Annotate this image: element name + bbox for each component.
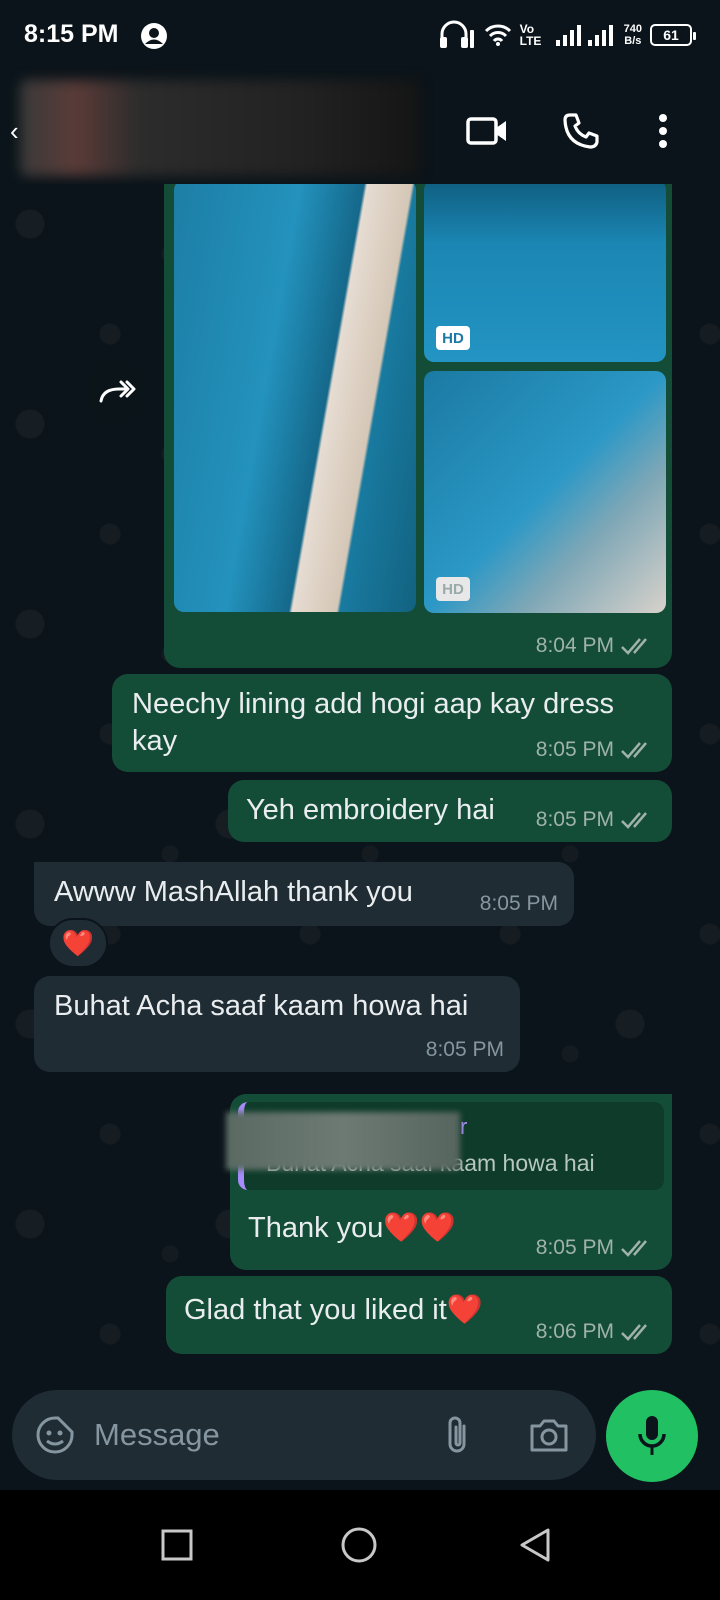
image-thumbnail[interactable]: HD — [424, 371, 666, 613]
chat-messages[interactable]: HD HD 8:04 PM Neechy lining add hogi aap… — [0, 184, 720, 1390]
quote-author-blurred — [226, 1112, 460, 1170]
chat-header: ‹ — [0, 78, 720, 184]
battery-level: 61 — [663, 27, 679, 43]
battery-icon: 61 — [650, 24, 696, 46]
message-meta: 8:05 PM — [536, 808, 654, 832]
message-input[interactable] — [94, 1412, 424, 1458]
message-text: Thank you❤️❤️ — [248, 1212, 456, 1244]
system-navigation-bar — [0, 1490, 720, 1600]
voice-record-button[interactable] — [606, 1390, 698, 1482]
message-meta: 8:05 PM — [426, 1038, 504, 1062]
message-meta: 8:06 PM — [536, 1320, 654, 1344]
message-time: 8:04 PM — [535, 634, 614, 657]
outgoing-message[interactable]: Glad that you liked it❤️ 8:06 PM — [166, 1276, 672, 1354]
attach-button[interactable] — [432, 1410, 482, 1460]
speed-unit: B/s — [624, 35, 642, 47]
status-bar: 8:15 PM Vo LTE 740 B/s 61 — [0, 0, 720, 78]
read-ticks-icon — [621, 638, 647, 655]
message-reaction[interactable]: ❤️ — [48, 918, 108, 968]
message-time: 8:05 PM — [535, 1236, 614, 1259]
read-ticks-icon — [621, 1324, 647, 1341]
headphones-icon — [439, 20, 474, 48]
quote-author: r — [460, 1114, 468, 1139]
message-time: 8:06 PM — [535, 1320, 614, 1343]
message-time: 8:05 PM — [535, 808, 614, 831]
mic-icon — [638, 1416, 666, 1455]
incoming-message[interactable]: Buhat Acha saaf kaam howa hai 8:05 PM — [34, 976, 520, 1072]
heart-reaction-icon: ❤️ — [61, 927, 95, 958]
hd-badge: HD — [436, 326, 470, 350]
message-composer — [12, 1390, 596, 1480]
network-type: Vo LTE — [519, 22, 542, 48]
image-thumbnail[interactable] — [174, 184, 416, 612]
outgoing-message[interactable]: Yeh embroidery hai 8:05 PM — [228, 780, 672, 842]
message-text: Buhat Acha saaf kaam howa hai — [54, 990, 469, 1022]
read-ticks-icon — [621, 742, 647, 759]
more-options-button[interactable] — [638, 106, 688, 156]
sticker-icon — [36, 1416, 74, 1454]
sticker-button[interactable] — [30, 1410, 80, 1460]
recent-apps-icon — [161, 1529, 193, 1561]
message-meta: 8:05 PM — [536, 738, 654, 762]
read-ticks-icon — [621, 812, 647, 829]
home-button[interactable] — [334, 1520, 384, 1570]
person-status-icon — [141, 23, 167, 49]
incoming-message[interactable]: Awww MashAllah thank you 8:05 PM — [34, 862, 574, 926]
message-text: Glad that you liked it❤️ — [184, 1294, 483, 1326]
message-time: 8:05 PM — [479, 892, 558, 915]
more-options-icon — [659, 114, 667, 148]
hd-badge: HD — [436, 577, 470, 601]
message-meta: 8:04 PM — [536, 634, 654, 658]
read-ticks-icon — [621, 1240, 647, 1257]
contact-info-blurred[interactable] — [20, 80, 420, 176]
message-time: 8:05 PM — [425, 1038, 504, 1061]
recent-apps-button[interactable] — [152, 1520, 202, 1570]
message-meta: 8:05 PM — [480, 892, 558, 916]
status-icons: Vo LTE 740 B/s 61 — [438, 20, 696, 50]
message-time: 8:05 PM — [535, 738, 614, 761]
message-text: Awww MashAllah thank you — [54, 876, 413, 908]
attach-icon — [448, 1416, 466, 1453]
wifi-icon — [484, 24, 511, 46]
back-nav-button[interactable] — [510, 1520, 560, 1570]
video-call-icon — [466, 117, 506, 145]
voice-call-button[interactable] — [556, 106, 606, 156]
image-thumbnail[interactable]: HD — [424, 184, 666, 362]
back-icon[interactable]: ‹ — [10, 116, 19, 147]
message-meta: 8:05 PM — [536, 1236, 654, 1260]
status-time: 8:15 PM — [24, 20, 119, 48]
image-message[interactable]: HD HD 8:04 PM — [164, 184, 672, 668]
image-grid: HD HD — [164, 184, 672, 620]
forward-icon — [99, 380, 136, 403]
video-call-button[interactable] — [462, 106, 512, 156]
speed-value: 740 — [623, 23, 642, 35]
message-text: Yeh embroidery hai — [246, 794, 495, 826]
signal-icon — [555, 25, 613, 46]
back-nav-icon — [520, 1528, 550, 1562]
outgoing-message[interactable]: Neechy lining add hogi aap kay dress kay… — [112, 674, 672, 772]
home-icon — [341, 1527, 377, 1563]
camera-button[interactable] — [524, 1410, 574, 1460]
forward-button[interactable] — [86, 360, 148, 422]
network-speed: 740 B/s — [624, 23, 642, 47]
voice-call-icon — [563, 113, 599, 149]
camera-icon — [530, 1419, 568, 1452]
